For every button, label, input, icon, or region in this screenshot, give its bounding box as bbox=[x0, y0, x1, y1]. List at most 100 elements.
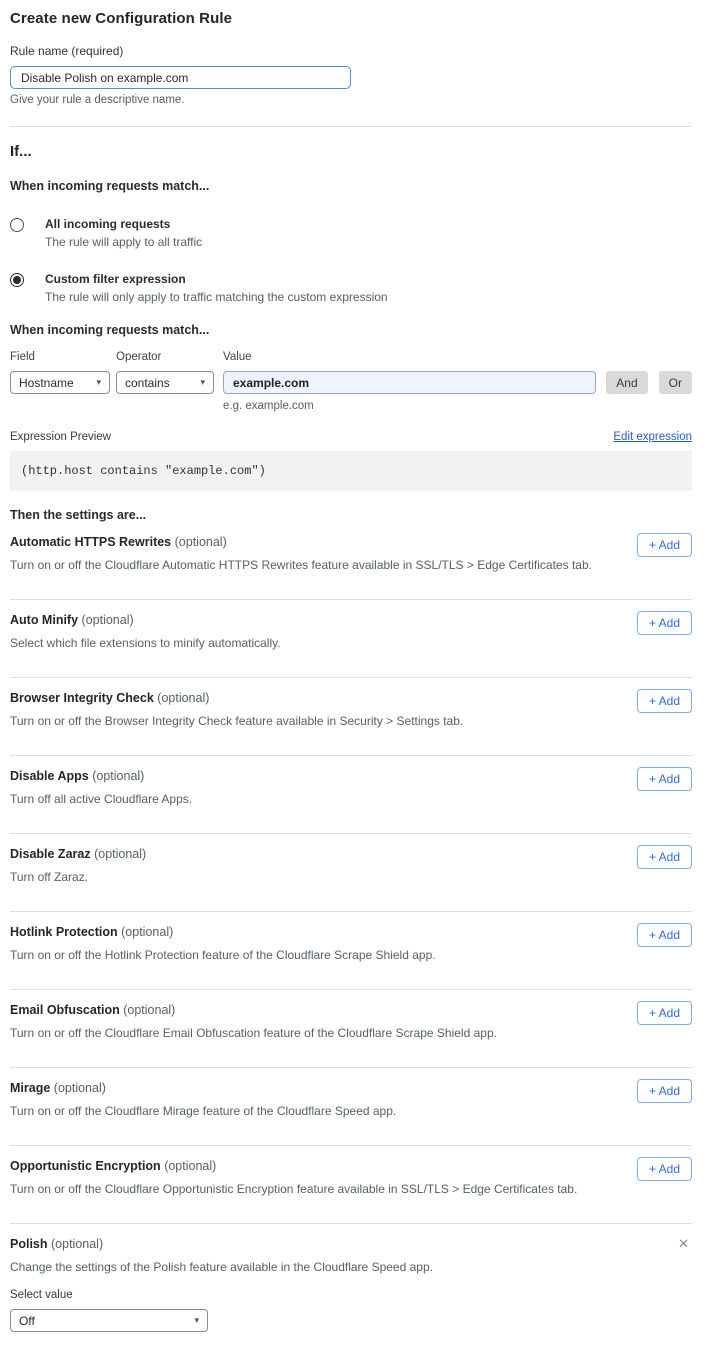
add-button[interactable]: + Add bbox=[637, 1157, 692, 1181]
expression-preview-code: (http.host contains "example.com") bbox=[10, 451, 692, 491]
setting-browser-integrity-check: Browser Integrity Check (optional) Turn o… bbox=[10, 678, 692, 755]
settings-heading: Then the settings are... bbox=[10, 508, 692, 522]
optional-suffix: (optional) bbox=[54, 1081, 106, 1095]
setting-disable-apps: Disable Apps (optional) Turn off all acti… bbox=[10, 756, 692, 833]
optional-suffix: (optional) bbox=[175, 535, 227, 549]
field-label: Field bbox=[10, 351, 110, 363]
setting-description: Turn on or off the Browser Integrity Che… bbox=[10, 714, 692, 728]
field-select[interactable]: Hostname ▾ bbox=[10, 371, 110, 394]
select-current-value: Off bbox=[19, 1314, 35, 1328]
rule-name-help: Give your rule a descriptive name. bbox=[10, 94, 692, 106]
divider bbox=[10, 126, 692, 127]
value-column: Value e.g. example.com bbox=[223, 351, 596, 412]
add-button[interactable]: + Add bbox=[637, 923, 692, 947]
setting-email-obfuscation: Email Obfuscation (optional) Turn on or o… bbox=[10, 990, 692, 1067]
expression-text: (http.host contains "example.com") bbox=[21, 464, 266, 478]
chevron-down-icon: ▾ bbox=[200, 377, 205, 388]
settings-list: Automatic HTTPS Rewrites (optional) Turn … bbox=[10, 522, 692, 1358]
setting-description: Turn off all active Cloudflare Apps. bbox=[10, 792, 692, 806]
value-label: Value bbox=[223, 351, 596, 363]
radio-description: The rule will apply to all traffic bbox=[45, 235, 202, 249]
radio-label: Custom filter expression bbox=[45, 272, 388, 286]
add-button[interactable]: + Add bbox=[637, 689, 692, 713]
setting-description: Turn on or off the Hotlink Protection fe… bbox=[10, 948, 692, 962]
setting-description: Turn on or off the Cloudflare Mirage fea… bbox=[10, 1104, 692, 1118]
setting-title: Browser Integrity Check (optional) bbox=[10, 691, 692, 705]
optional-suffix: (optional) bbox=[92, 769, 144, 783]
radio-description: The rule will only apply to traffic matc… bbox=[45, 290, 388, 304]
expression-preview-header: Expression Preview Edit expression bbox=[10, 431, 692, 443]
setting-name: Email Obfuscation bbox=[10, 1003, 120, 1017]
close-icon[interactable]: ✕ bbox=[678, 1236, 689, 1252]
value-input[interactable] bbox=[223, 371, 596, 394]
optional-suffix: (optional) bbox=[94, 847, 146, 861]
optional-suffix: (optional) bbox=[164, 1159, 216, 1173]
add-button[interactable]: + Add bbox=[637, 1001, 692, 1025]
setting-description: Turn on or off the Cloudflare Opportunis… bbox=[10, 1182, 692, 1196]
incoming-requests-match-heading: When incoming requests match... bbox=[10, 179, 692, 193]
radio-option-custom-filter-expression[interactable]: Custom filter expression The rule will o… bbox=[10, 272, 692, 304]
setting-mirage: Mirage (optional) Turn on or off the Clou… bbox=[10, 1068, 692, 1145]
operator-select-value: contains bbox=[125, 376, 170, 390]
radio-button-selected-icon[interactable] bbox=[10, 273, 24, 287]
add-button[interactable]: + Add bbox=[637, 533, 692, 557]
setting-name: Polish bbox=[10, 1237, 48, 1251]
chevron-down-icon: ▾ bbox=[96, 377, 101, 388]
setting-title: Email Obfuscation (optional) bbox=[10, 1003, 692, 1017]
radio-button-icon[interactable] bbox=[10, 218, 24, 232]
setting-name: Disable Zaraz bbox=[10, 847, 91, 861]
polish-value-select[interactable]: Off▾ bbox=[10, 1309, 208, 1332]
add-button[interactable]: + Add bbox=[637, 845, 692, 869]
optional-suffix: (optional) bbox=[123, 1003, 175, 1017]
optional-suffix: (optional) bbox=[157, 691, 209, 705]
setting-opportunistic-encryption: Opportunistic Encryption (optional) Turn … bbox=[10, 1146, 692, 1223]
field-select-value: Hostname bbox=[19, 376, 74, 390]
if-heading: If... bbox=[10, 143, 692, 160]
expression-builder-heading: When incoming requests match... bbox=[10, 323, 692, 337]
edit-expression-link[interactable]: Edit expression bbox=[613, 431, 692, 443]
add-button[interactable]: + Add bbox=[637, 611, 692, 635]
setting-title: Polish (optional) bbox=[10, 1237, 692, 1251]
setting-hotlink-protection: Hotlink Protection (optional) Turn on or … bbox=[10, 912, 692, 989]
setting-title: Auto Minify (optional) bbox=[10, 613, 692, 627]
setting-title: Disable Apps (optional) bbox=[10, 769, 692, 783]
setting-name: Auto Minify bbox=[10, 613, 78, 627]
page-title: Create new Configuration Rule bbox=[10, 10, 692, 27]
setting-name: Disable Apps bbox=[10, 769, 89, 783]
operator-label: Operator bbox=[116, 351, 214, 363]
setting-disable-zaraz: Disable Zaraz (optional) Turn off Zaraz.+… bbox=[10, 834, 692, 911]
setting-description: Turn on or off the Cloudflare Email Obfu… bbox=[10, 1026, 692, 1040]
setting-title: Disable Zaraz (optional) bbox=[10, 847, 692, 861]
radio-label: All incoming requests bbox=[45, 217, 202, 231]
setting-name: Mirage bbox=[10, 1081, 50, 1095]
and-button[interactable]: And bbox=[606, 371, 647, 394]
value-hint: e.g. example.com bbox=[223, 400, 596, 412]
configuration-rule-form: Create new Configuration Rule Rule name … bbox=[10, 10, 692, 1358]
rule-name-label: Rule name (required) bbox=[10, 44, 692, 58]
expression-preview-label: Expression Preview bbox=[10, 431, 111, 443]
setting-title: Hotlink Protection (optional) bbox=[10, 925, 692, 939]
operator-select[interactable]: contains ▾ bbox=[116, 371, 214, 394]
setting-auto-minify: Auto Minify (optional) Select which file … bbox=[10, 600, 692, 677]
radio-option-all-incoming-requests[interactable]: All incoming requests The rule will appl… bbox=[10, 217, 692, 249]
add-button[interactable]: + Add bbox=[637, 767, 692, 791]
expression-builder-row: Field Hostname ▾ Operator contains ▾ Val… bbox=[10, 351, 692, 412]
setting-polish: Polish (optional)Change the settings of … bbox=[10, 1224, 692, 1358]
field-column: Field Hostname ▾ bbox=[10, 351, 110, 394]
setting-title: Automatic HTTPS Rewrites (optional) bbox=[10, 535, 692, 549]
add-button[interactable]: + Add bbox=[637, 1079, 692, 1103]
rule-name-input[interactable] bbox=[10, 66, 351, 89]
select-value-label: Select value bbox=[10, 1289, 692, 1301]
setting-title: Opportunistic Encryption (optional) bbox=[10, 1159, 692, 1173]
optional-suffix: (optional) bbox=[121, 925, 173, 939]
operator-column: Operator contains ▾ bbox=[116, 351, 214, 394]
or-button[interactable]: Or bbox=[659, 371, 692, 394]
setting-description: Turn off Zaraz. bbox=[10, 870, 692, 884]
setting-name: Browser Integrity Check bbox=[10, 691, 154, 705]
setting-description: Select which file extensions to minify a… bbox=[10, 636, 692, 650]
optional-suffix: (optional) bbox=[51, 1237, 103, 1251]
setting-automatic-https-rewrites: Automatic HTTPS Rewrites (optional)Turn … bbox=[10, 522, 692, 599]
setting-name: Opportunistic Encryption bbox=[10, 1159, 161, 1173]
optional-suffix: (optional) bbox=[82, 613, 134, 627]
setting-value-group: Select value Off▾ bbox=[10, 1289, 692, 1332]
